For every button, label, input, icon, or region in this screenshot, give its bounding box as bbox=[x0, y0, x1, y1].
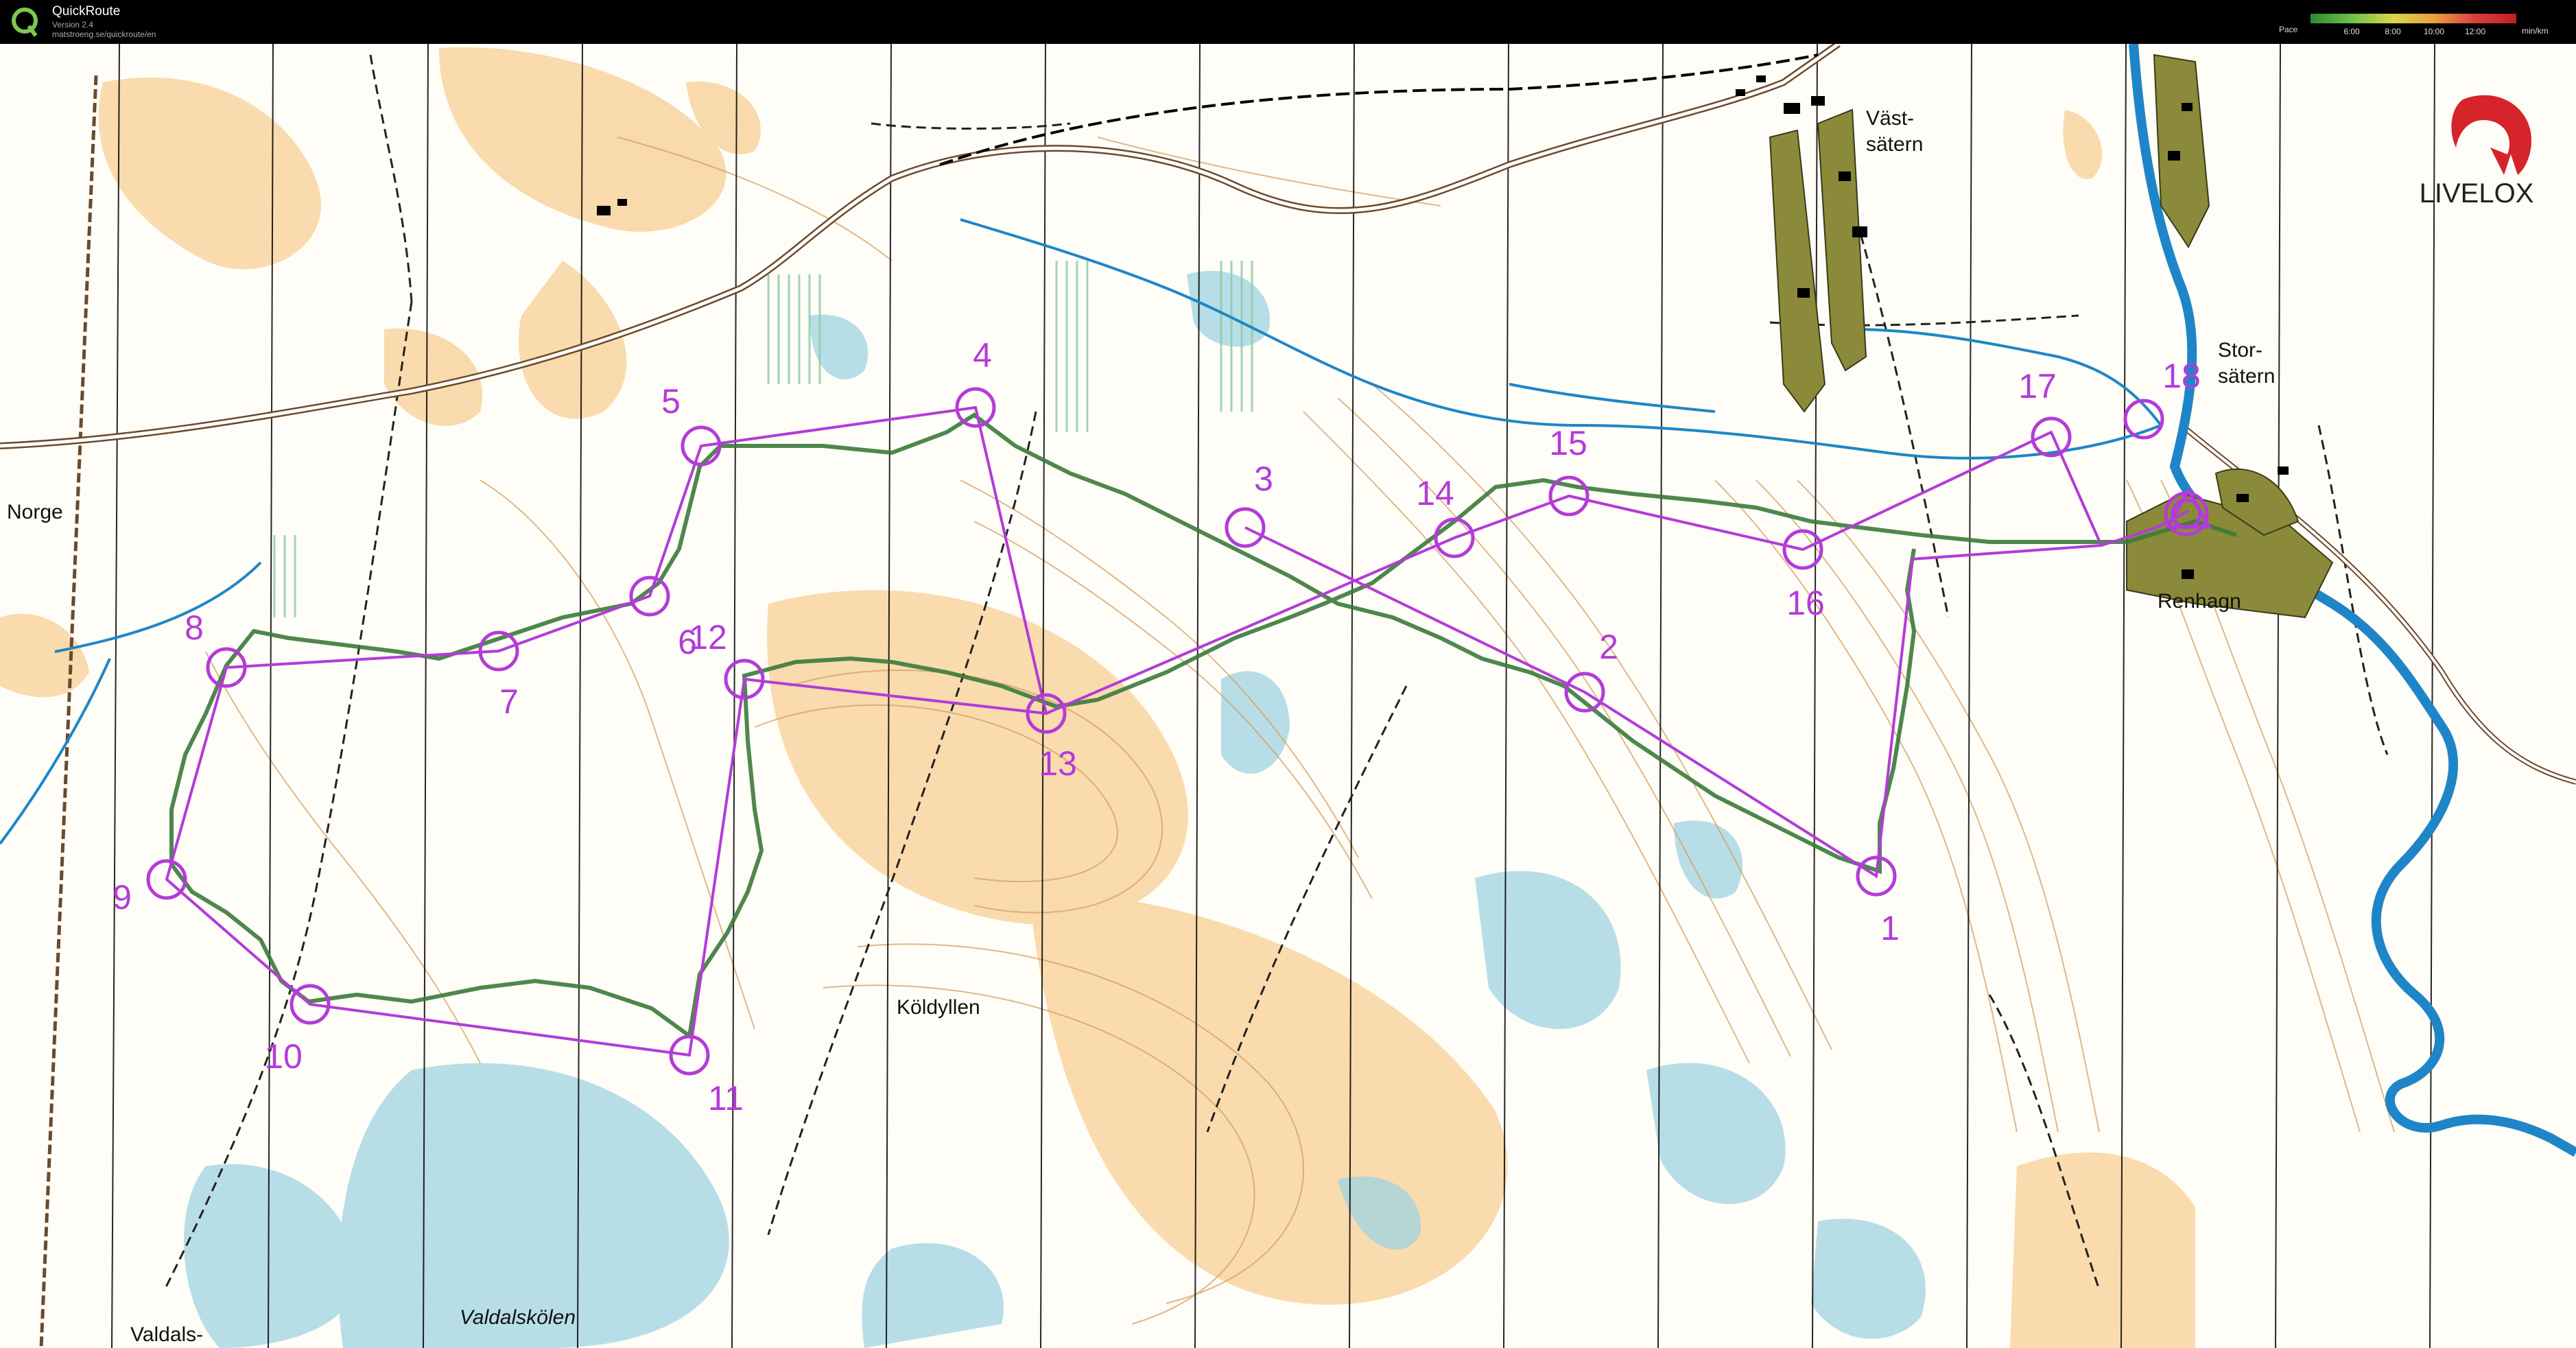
control-number: 18 bbox=[2162, 357, 2201, 395]
control-number: 17 bbox=[2018, 367, 2057, 405]
place-name-storsatern: sätern bbox=[2218, 365, 2275, 388]
brand-name: LIVELOX bbox=[2420, 178, 2534, 209]
place-name-norge: Norge bbox=[7, 501, 63, 523]
control-number: 8 bbox=[185, 608, 204, 647]
control-number: 13 bbox=[1039, 744, 1077, 783]
control-number: 4 bbox=[973, 336, 992, 375]
place-name-storsatern: Stor- bbox=[2218, 339, 2262, 362]
pace-tick: 10:00 bbox=[2424, 27, 2444, 36]
livelox-arrow-icon bbox=[2451, 95, 2531, 175]
control-number: 5 bbox=[661, 382, 681, 421]
control-number: 9 bbox=[113, 878, 132, 917]
pace-color-scale bbox=[2311, 14, 2516, 23]
control-number: 15 bbox=[1549, 424, 1587, 462]
pace-unit: min/km bbox=[2522, 26, 2549, 36]
orienteering-map[interactable]: 1 2 3 4 5 6 7 8 9 10 11 12 13 14 15 16 1… bbox=[0, 44, 2576, 1348]
pace-ticks: 6:00 8:00 10:00 12:00 bbox=[2343, 27, 2485, 36]
control-number: 16 bbox=[1786, 584, 1825, 622]
control-number: 10 bbox=[264, 1037, 303, 1076]
pace-label: Pace bbox=[2279, 25, 2298, 34]
place-name-valdalskolen: Valdalskölen bbox=[460, 1306, 576, 1329]
place-name-vastsatern: sätern bbox=[1866, 133, 1923, 156]
control-number: 7 bbox=[499, 683, 519, 721]
pace-tick: 6:00 bbox=[2343, 27, 2360, 36]
control-number: 1 bbox=[1880, 909, 1900, 947]
app-version: Version 2.4 bbox=[52, 20, 94, 29]
quickroute-titlebar: QuickRoute Version 2.4 matstroeng.se/qui… bbox=[0, 0, 2576, 44]
pace-tick: 12:00 bbox=[2465, 27, 2485, 36]
control-number: 12 bbox=[689, 618, 727, 657]
pace-tick: 8:00 bbox=[2385, 27, 2401, 36]
control-number: 2 bbox=[1599, 628, 1618, 666]
control-number: 3 bbox=[1254, 460, 1273, 498]
place-name-renhagn: Renhagn bbox=[2158, 590, 2241, 613]
app-title: QuickRoute bbox=[52, 4, 121, 19]
place-name-valdals: Valdals- bbox=[130, 1323, 203, 1346]
control-number: 11 bbox=[708, 1079, 744, 1118]
place-name-vastsatern: Väst- bbox=[1866, 107, 1914, 130]
control-number: 14 bbox=[1416, 474, 1454, 512]
app-url: matstroeng.se/quickroute/en bbox=[52, 29, 156, 39]
quickroute-logo-icon bbox=[12, 8, 38, 37]
livelox-logo: LIVELOX bbox=[2420, 95, 2534, 209]
place-name-koldyllen: Köldyllen bbox=[897, 996, 980, 1019]
